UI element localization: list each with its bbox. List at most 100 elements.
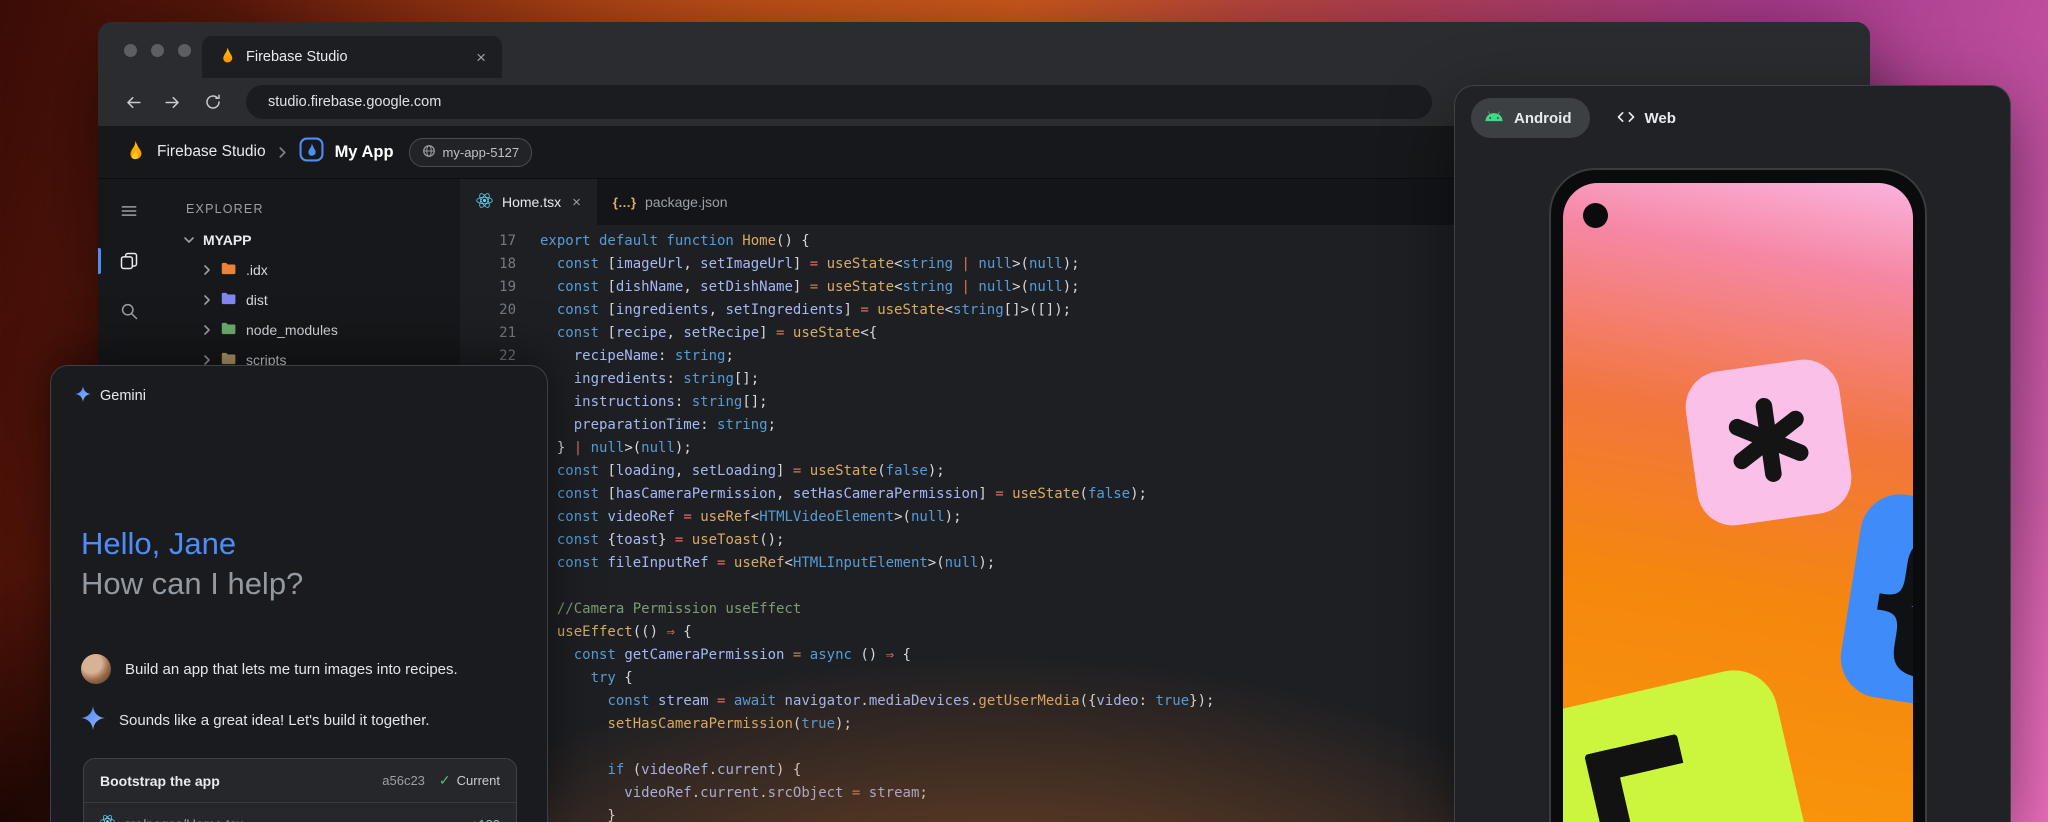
close-icon[interactable]: × [572, 194, 581, 211]
line-content: const [hasCameraPermission, setHasCamera… [540, 483, 1147, 506]
braces-icon: {…} [613, 195, 636, 210]
gemini-title: Gemini [100, 388, 146, 404]
message-text: Sounds like a great idea! Let's build it… [119, 712, 430, 729]
shape-blue-card: { [1835, 489, 1913, 719]
project-id: my-app-5127 [443, 145, 520, 160]
asterisk-icon [1716, 388, 1821, 497]
shape-green-card [1563, 662, 1826, 822]
line-content: useEffect(() ⇒ { [540, 621, 692, 644]
files-icon[interactable] [98, 245, 160, 277]
tree-item-idx[interactable]: .idx [160, 255, 460, 285]
greeting-secondary: How can I help? [81, 564, 303, 604]
toggle-label: Web [1645, 110, 1676, 127]
line-content: setHasCameraPermission(true); [540, 713, 852, 736]
explorer-title: EXPLORER [160, 193, 460, 225]
reload-icon[interactable] [196, 85, 230, 119]
tab-title: Firebase Studio [246, 49, 466, 65]
line-content: //Camera Permission useEffect [540, 598, 801, 621]
line-content: } [540, 805, 616, 822]
user-avatar [81, 654, 111, 684]
back-icon[interactable] [116, 85, 150, 119]
changed-file-row[interactable]: src/pages/Home.tsx +122 [84, 802, 516, 822]
line-content: const videoRef = useRef<HTMLVideoElement… [540, 506, 962, 529]
phone-screen[interactable]: { [1563, 183, 1913, 822]
code-icon [1616, 110, 1636, 127]
toggle-label: Android [1514, 110, 1572, 127]
chat-message-user: Build an app that lets me turn images in… [81, 654, 458, 684]
line-content: const [loading, setLoading] = useState(f… [540, 460, 945, 483]
line-content: const fileInputRef = useRef<HTMLInputEle… [540, 552, 995, 575]
project-id-badge[interactable]: my-app-5127 [409, 138, 533, 167]
menu-icon[interactable] [98, 195, 160, 227]
chat-message-assistant: Sounds like a great idea! Let's build it… [81, 706, 430, 734]
project-icon [422, 144, 436, 161]
forward-icon[interactable] [156, 85, 190, 119]
firebase-favicon-icon [218, 46, 236, 69]
url-text: studio.firebase.google.com [268, 94, 441, 110]
window-controls [124, 44, 191, 57]
line-number: 21 [460, 322, 540, 345]
tree-item-node-modules[interactable]: node_modules [160, 315, 460, 345]
line-content: ingredients: string[]; [540, 368, 759, 391]
camera-punch-hole [1583, 203, 1608, 228]
phone-mockup: { [1549, 168, 1927, 822]
chevron-right-icon [277, 147, 288, 158]
browser-tab[interactable]: Firebase Studio × [202, 36, 502, 78]
chevron-right-icon [202, 295, 212, 305]
diff-added-count: +122 [471, 817, 500, 822]
folder-label: dist [246, 292, 268, 308]
window-control-dot[interactable] [151, 44, 164, 57]
line-number: 17 [460, 230, 540, 253]
platform-toggles: Android Web [1455, 86, 2010, 150]
tab-close-icon[interactable]: × [476, 49, 486, 66]
stage: Firebase Studio × studio.firebase.google… [0, 0, 2048, 822]
chevron-right-icon [202, 355, 212, 365]
react-icon [476, 192, 493, 212]
message-text: Build an app that lets me turn images in… [125, 661, 458, 678]
line-number: 19 [460, 276, 540, 299]
status-text: Current [457, 773, 500, 788]
folder-label: node_modules [246, 322, 338, 338]
react-icon [100, 814, 115, 822]
brace-icon: { [1849, 517, 1913, 682]
gemini-header: Gemini [51, 366, 547, 426]
task-card-header: Bootstrap the app a56c23 ✓ Current [84, 759, 516, 802]
window-control-dot[interactable] [178, 44, 191, 57]
line-content: const stream = await navigator.mediaDevi… [540, 690, 1214, 713]
folder-icon [221, 322, 237, 338]
tree-root-label: MYAPP [203, 232, 252, 248]
search-icon[interactable] [98, 295, 160, 327]
line-content: recipeName: string; [540, 345, 734, 368]
url-bar[interactable]: studio.firebase.google.com [246, 85, 1432, 119]
commit-hash: a56c23 [382, 773, 425, 788]
shape-pink-card [1681, 355, 1856, 530]
workspace-name[interactable]: My App [335, 143, 394, 162]
android-icon [1483, 110, 1505, 127]
file-path: src/pages/Home.tsx [124, 817, 462, 822]
line-content: const [ingredients, setIngredients] = us… [540, 299, 1071, 322]
task-card[interactable]: Bootstrap the app a56c23 ✓ Current src/p… [83, 758, 517, 822]
tree-item-dist[interactable]: dist [160, 285, 460, 315]
greeting-primary: Hello, Jane [81, 524, 303, 564]
tree-root-myapp[interactable]: MYAPP [160, 225, 460, 255]
toggle-android[interactable]: Android [1471, 98, 1590, 138]
tab-home-tsx[interactable]: Home.tsx × [460, 179, 597, 225]
folder-label: .idx [246, 262, 268, 278]
tab-label: Home.tsx [502, 194, 561, 210]
window-control-dot[interactable] [124, 44, 137, 57]
gemini-panel: Gemini Hello, Jane How can I help? Build… [50, 365, 548, 822]
line-content: instructions: string[]; [540, 391, 768, 414]
line-number: 20 [460, 299, 540, 322]
line-content: preparationTime: string; [540, 414, 776, 437]
status-badge: ✓ Current [439, 772, 500, 789]
tab-package-json[interactable]: {…} package.json [597, 179, 744, 225]
device-preview-panel: Android Web { [1454, 85, 2011, 822]
line-content: } | null>(null); [540, 437, 692, 460]
browser-titlebar: Firebase Studio × [98, 22, 1870, 78]
toggle-web[interactable]: Web [1616, 110, 1676, 127]
breadcrumb-product[interactable]: Firebase Studio [157, 143, 266, 161]
folder-icon [221, 262, 237, 278]
line-number: 18 [460, 253, 540, 276]
chevron-right-icon [202, 265, 212, 275]
line-content: const {toast} = useToast(); [540, 529, 785, 552]
